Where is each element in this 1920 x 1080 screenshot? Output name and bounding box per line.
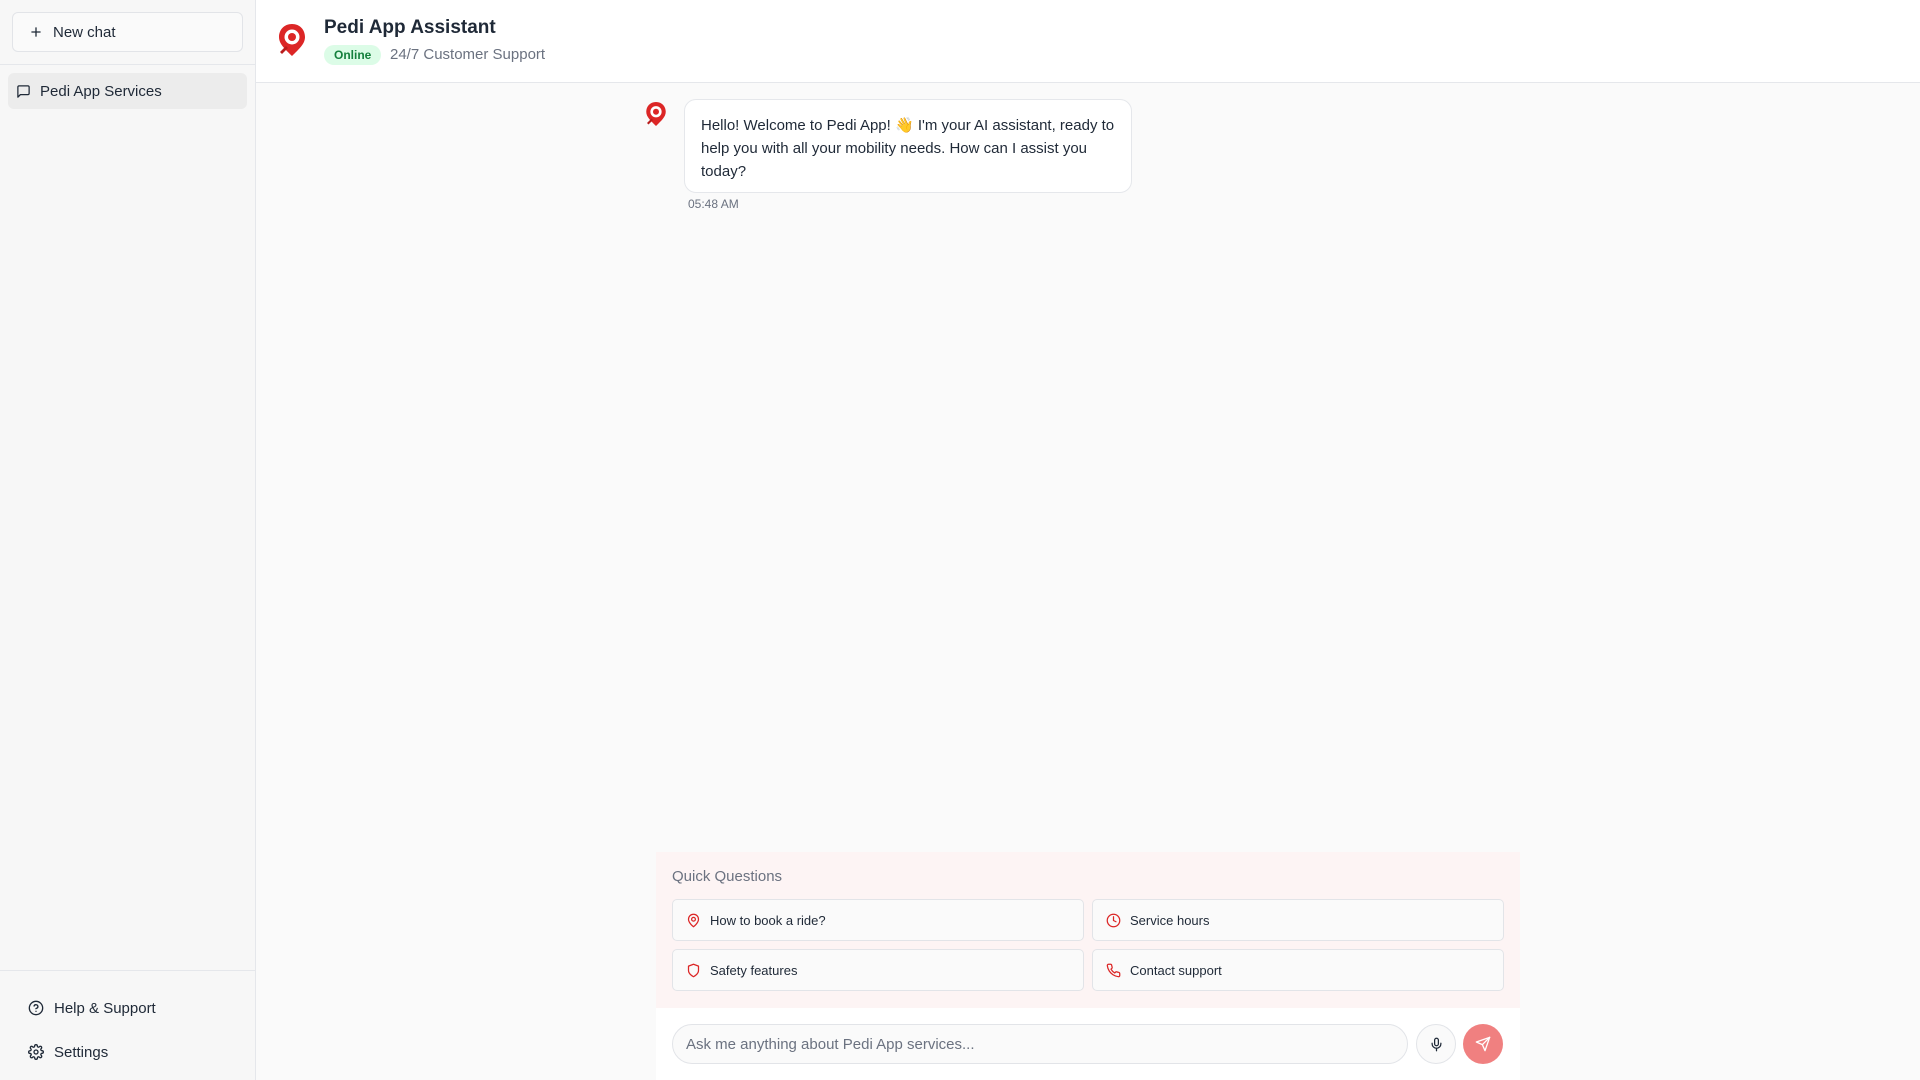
quick-question-label: Service hours bbox=[1130, 912, 1210, 928]
message-input[interactable] bbox=[672, 1024, 1408, 1064]
help-support-link[interactable]: Help & Support bbox=[12, 991, 243, 1025]
sidebar: New chat Pedi App Services Help & Suppor… bbox=[0, 0, 256, 1080]
map-pin-icon bbox=[686, 913, 701, 928]
message-square-icon bbox=[16, 84, 31, 99]
new-chat-label: New chat bbox=[53, 23, 116, 41]
support-subtitle: 24/7 Customer Support bbox=[390, 46, 546, 63]
gear-icon bbox=[28, 1044, 44, 1060]
message-timestamp: 05:48 AM bbox=[688, 197, 739, 211]
quick-question-service-hours[interactable]: Service hours bbox=[1092, 899, 1504, 941]
assistant-message-bubble: Hello! Welcome to Pedi App! 👋 I'm your A… bbox=[684, 99, 1132, 193]
plus-icon bbox=[29, 25, 43, 39]
quick-question-label: Contact support bbox=[1130, 962, 1222, 978]
quick-question-label: Safety features bbox=[710, 962, 798, 978]
quick-question-label: How to book a ride? bbox=[710, 912, 826, 928]
quick-question-book-ride[interactable]: How to book a ride? bbox=[672, 899, 1084, 941]
map-pin-logo-icon bbox=[276, 22, 308, 58]
sidebar-footer: Help & Support Settings bbox=[0, 970, 255, 1080]
clock-icon bbox=[1106, 913, 1121, 928]
settings-label: Settings bbox=[54, 1043, 109, 1061]
microphone-button[interactable] bbox=[1416, 1024, 1456, 1064]
sidebar-divider bbox=[0, 64, 255, 65]
sidebar-item-pedi-app-services[interactable]: Pedi App Services bbox=[8, 73, 247, 109]
chat-item-label: Pedi App Services bbox=[40, 82, 162, 100]
help-circle-icon bbox=[28, 1000, 44, 1016]
chat-header: Pedi App Assistant Online 24/7 Customer … bbox=[256, 0, 1920, 83]
settings-link[interactable]: Settings bbox=[12, 1035, 243, 1069]
online-status-badge: Online bbox=[324, 45, 382, 65]
quick-question-contact-support[interactable]: Contact support bbox=[1092, 949, 1504, 991]
assistant-title: Pedi App Assistant bbox=[324, 17, 496, 38]
send-icon bbox=[1475, 1036, 1491, 1052]
composer bbox=[656, 1008, 1520, 1080]
help-support-label: Help & Support bbox=[54, 999, 156, 1017]
shield-icon bbox=[686, 963, 701, 978]
send-button[interactable] bbox=[1463, 1024, 1503, 1064]
assistant-avatar-icon bbox=[644, 100, 668, 128]
quick-question-safety-features[interactable]: Safety features bbox=[672, 949, 1084, 991]
quick-questions-panel: Quick Questions How to book a ride? Serv… bbox=[656, 852, 1520, 1008]
microphone-icon bbox=[1429, 1037, 1444, 1052]
phone-icon bbox=[1106, 963, 1121, 978]
new-chat-button[interactable]: New chat bbox=[12, 12, 243, 52]
quick-questions-title: Quick Questions bbox=[672, 868, 783, 885]
